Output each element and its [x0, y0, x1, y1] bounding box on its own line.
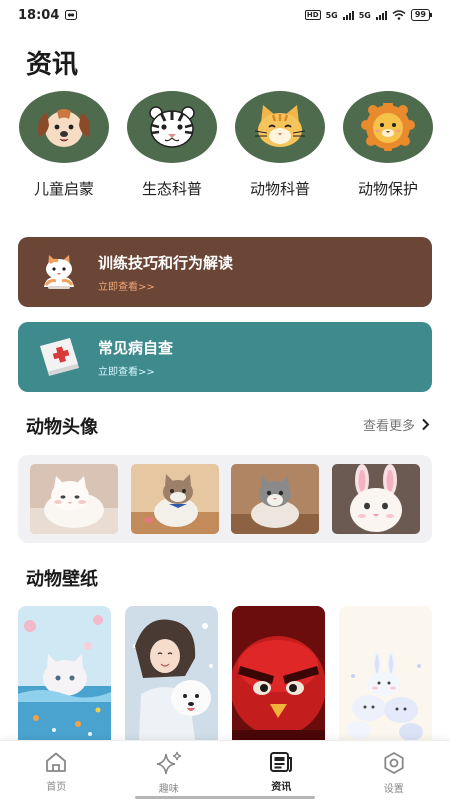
news-icon	[270, 752, 293, 772]
wallpaper-bunnies[interactable]	[339, 606, 432, 740]
tiger-icon	[149, 106, 195, 148]
disease-check-banner[interactable]: 常见病自查 立即查看>>	[18, 322, 432, 392]
wallpapers-section-title: 动物壁纸	[26, 569, 98, 590]
banner-title: 常见病自查	[98, 338, 174, 357]
tab-label: 资讯	[271, 782, 292, 793]
lion-icon	[361, 103, 415, 151]
category-animal-protection[interactable]: 动物保护	[342, 91, 434, 199]
wallpaper-girl-dog[interactable]	[125, 606, 218, 740]
home-icon	[46, 752, 67, 772]
status-time: 18:04	[18, 7, 60, 23]
avatar-list	[18, 455, 432, 543]
tab-news[interactable]: 资讯	[236, 741, 326, 800]
category-children-enlightenment[interactable]: 儿童启蒙	[18, 91, 110, 199]
cat-icon	[254, 105, 306, 147]
tab-fun[interactable]: 趣味	[124, 741, 214, 800]
settings-icon	[384, 752, 404, 774]
girl-dog-wallpaper	[125, 606, 218, 740]
home-indicator[interactable]	[135, 796, 315, 799]
angry-bird-wallpaper	[232, 606, 325, 740]
page-title: 资讯	[26, 50, 79, 80]
chevron-right-icon	[422, 418, 430, 431]
category-animal-science[interactable]: 动物科普	[234, 91, 326, 199]
sparkle-icon	[156, 751, 181, 775]
banner-link[interactable]: 立即查看>>	[98, 278, 233, 293]
category-label: 动物科普	[249, 180, 310, 198]
category-row: 儿童启蒙 生态科普 动物科普 动物保护	[18, 91, 434, 199]
view-more-label: 查看更多	[362, 419, 415, 434]
signal-icon-2	[375, 10, 387, 20]
tab-label: 首页	[46, 782, 67, 793]
medical-book-icon	[40, 338, 79, 376]
category-ecology[interactable]: 生态科普	[126, 91, 218, 199]
tabby-cat-photo	[130, 464, 219, 534]
avatar-white-cat[interactable]	[30, 464, 118, 534]
signal-icon	[342, 10, 354, 20]
wallpaper-list	[18, 606, 432, 740]
tab-label: 趣味	[158, 784, 179, 795]
signal-5g-label-2: 5G	[358, 10, 371, 20]
avatars-section-title: 动物头像	[26, 417, 98, 438]
category-label: 生态科普	[141, 180, 202, 198]
banner-link[interactable]: 立即查看>>	[98, 363, 173, 378]
tab-settings[interactable]: 设置	[349, 741, 439, 800]
battery-icon: 99	[410, 9, 433, 21]
avatar-bunny-ears-cat[interactable]	[331, 464, 420, 534]
category-label: 儿童启蒙	[33, 180, 94, 198]
water-cat-wallpaper	[18, 606, 111, 740]
avatar-grey-cat[interactable]	[231, 464, 320, 534]
signal-5g-label: 5G	[325, 10, 338, 20]
tab-label: 设置	[383, 784, 404, 795]
view-more-button[interactable]: 查看更多	[363, 415, 430, 434]
tab-home[interactable]: 首页	[11, 741, 101, 800]
avatar-tabby-cat[interactable]	[130, 464, 219, 534]
grey-cat-photo	[231, 464, 320, 534]
category-label: 动物保护	[357, 180, 418, 198]
cat-illustration	[44, 255, 74, 289]
hd-badge: HD	[304, 10, 321, 20]
wifi-icon	[392, 10, 406, 20]
bunnies-wallpaper	[339, 606, 432, 740]
wallpaper-angry-bird[interactable]	[232, 606, 325, 740]
bottom-tab-bar: 首页 趣味 资讯 设置	[0, 740, 450, 800]
bunny-ears-cat-photo	[331, 464, 420, 534]
banner-title: 训练技巧和行为解读	[98, 253, 234, 272]
status-bar: 18:04 HD 5G 5G 99	[0, 0, 450, 30]
training-banner[interactable]: 训练技巧和行为解读 立即查看>>	[18, 237, 432, 307]
wallpaper-water-cat[interactable]	[18, 606, 111, 740]
white-cat-photo	[30, 464, 118, 534]
puppy-icon	[38, 109, 90, 147]
notification-icon	[65, 10, 78, 20]
